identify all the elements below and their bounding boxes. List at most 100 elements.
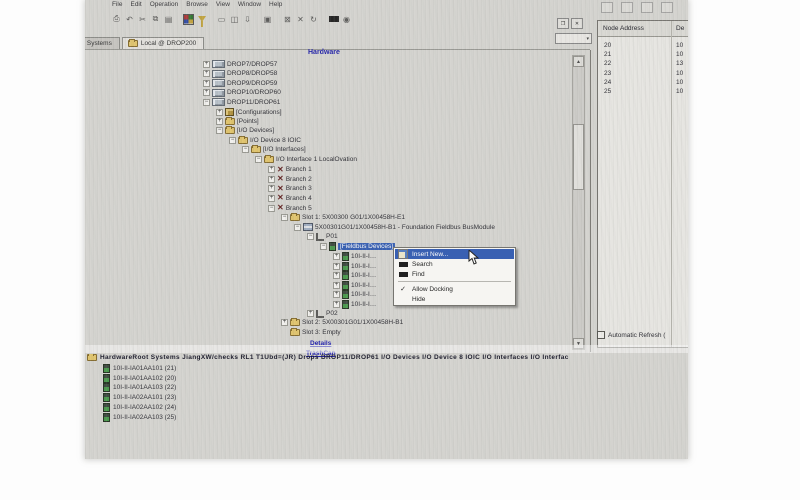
- expand-icon[interactable]: +: [333, 291, 340, 298]
- print-icon[interactable]: ⎙: [111, 14, 122, 25]
- paste-icon[interactable]: ▤: [163, 14, 174, 25]
- expand-icon[interactable]: +: [268, 185, 275, 192]
- expand-icon[interactable]: +: [268, 176, 275, 183]
- device-list-item[interactable]: 10I-II-IA02AA101 (23): [103, 393, 176, 402]
- expand-icon[interactable]: +: [333, 272, 340, 279]
- collapse-icon[interactable]: −: [255, 156, 262, 163]
- copy-icon[interactable]: ⧉: [150, 14, 161, 25]
- tree-item[interactable]: +DROP7/DROP57: [203, 60, 277, 68]
- binoculars-icon[interactable]: [328, 14, 339, 25]
- palette-icon[interactable]: [183, 14, 194, 25]
- tree-item[interactable]: +10I-II-I…: [333, 281, 376, 290]
- filter-funnel-icon[interactable]: [196, 14, 207, 25]
- delete-icon[interactable]: ✕: [295, 14, 306, 25]
- tree-item[interactable]: +✕Branch 1: [268, 166, 312, 174]
- mini-dropdown[interactable]: ▾: [555, 33, 592, 44]
- tree-item[interactable]: −Slot 1: 5X00300 G01/1X00458H-E1: [281, 214, 405, 221]
- context-menu-item-hide[interactable]: Hide: [395, 294, 514, 304]
- tree-item[interactable]: −[I/O Devices]: [216, 127, 274, 134]
- tree-item[interactable]: −✕Branch 5: [268, 204, 312, 212]
- expand-icon[interactable]: +: [216, 109, 223, 116]
- refresh-icon[interactable]: ↻: [308, 14, 319, 25]
- collapse-icon[interactable]: −: [216, 127, 223, 134]
- tree-item[interactable]: −[Fieldbus Devices]: [320, 242, 395, 251]
- tree-item[interactable]: +10I-II-I…: [333, 252, 376, 261]
- toolbar-icon-faded[interactable]: [641, 2, 653, 13]
- tree-item[interactable]: −5X00301G01/1X00458H-B1 - Foundation Fie…: [294, 223, 495, 231]
- undo-icon[interactable]: ↶: [124, 14, 135, 25]
- expand-icon[interactable]: +: [203, 89, 210, 96]
- grab-icon[interactable]: ◉: [341, 14, 352, 25]
- expand-icon[interactable]: +: [203, 70, 210, 77]
- menu-file[interactable]: File: [112, 1, 122, 8]
- tree-item[interactable]: +[Points]: [216, 118, 259, 125]
- node-table-row[interactable]: 2213: [598, 60, 688, 69]
- expand-icon[interactable]: +: [203, 61, 210, 68]
- expand-icon[interactable]: +: [333, 301, 340, 308]
- menu-browse[interactable]: Browse: [186, 1, 208, 8]
- zoom-select-icon[interactable]: ⊠: [282, 14, 293, 25]
- device-list-item[interactable]: 10I-II-IA02AA103 (25): [103, 413, 176, 422]
- save-icon[interactable]: ◫: [229, 14, 240, 25]
- tree-item[interactable]: +✕Branch 2: [268, 175, 312, 183]
- tree-item[interactable]: −[I/O Interfaces]: [242, 146, 306, 153]
- auto-refresh-checkbox[interactable]: [597, 331, 605, 339]
- tree-item[interactable]: −I/O Interface 1 LocalOvation: [255, 156, 357, 163]
- restore-button[interactable]: ❐: [557, 18, 569, 29]
- menu-view[interactable]: View: [216, 1, 230, 8]
- tree-item[interactable]: −DROP11/DROP61: [203, 98, 280, 106]
- expand-icon[interactable]: +: [333, 282, 340, 289]
- tab-systems[interactable]: ation Systems: [85, 37, 120, 49]
- collapse-icon[interactable]: −: [229, 137, 236, 144]
- toolbar-icon-faded[interactable]: [621, 2, 633, 13]
- context-menu-item-insert-new[interactable]: Insert New...: [395, 249, 514, 259]
- tree-item[interactable]: +✕Branch 4: [268, 194, 312, 202]
- node-table-row[interactable]: 2010: [598, 42, 688, 51]
- tree-item[interactable]: +10I-II-I…: [333, 271, 376, 280]
- tree-item[interactable]: +DROP8/DROP58: [203, 70, 277, 78]
- col-node-address[interactable]: Node Address: [603, 25, 644, 32]
- collapse-icon[interactable]: −: [294, 224, 301, 231]
- expand-icon[interactable]: +: [268, 166, 275, 173]
- tree-item[interactable]: +Slot 2: 5X00301G01/1X00458H-B1: [281, 319, 403, 326]
- collapse-icon[interactable]: −: [203, 99, 210, 106]
- tree-item[interactable]: −I/O Device 8 IOIC: [229, 137, 301, 144]
- tree-item[interactable]: +10I-II-I…: [333, 262, 376, 271]
- expand-icon[interactable]: +: [307, 310, 314, 317]
- tree-item[interactable]: +DROP10/DROP60: [203, 89, 281, 97]
- collapse-icon[interactable]: −: [268, 205, 275, 212]
- expand-icon[interactable]: +: [333, 263, 340, 270]
- tree-item[interactable]: +P02: [307, 310, 338, 318]
- tree-item[interactable]: +DROP9/DROP59: [203, 79, 277, 87]
- toolbar-icon-faded[interactable]: [601, 2, 613, 13]
- close-button[interactable]: ✕: [571, 18, 583, 29]
- tree-item[interactable]: +10I-II-I…: [333, 300, 376, 309]
- node-table-row[interactable]: 2510: [598, 88, 688, 97]
- context-menu-item-find[interactable]: Find: [395, 269, 514, 279]
- device-list-item[interactable]: 10I-II-IA01AA103 (22): [103, 383, 176, 392]
- menu-help[interactable]: Help: [269, 1, 282, 8]
- import-icon[interactable]: ⇩: [242, 14, 253, 25]
- device-list-item[interactable]: 10I-II-IA02AA102 (24): [103, 403, 176, 412]
- tree-item[interactable]: +✕Branch 3: [268, 185, 312, 193]
- expand-icon[interactable]: +: [203, 80, 210, 87]
- open-icon[interactable]: ▭: [216, 14, 227, 25]
- expand-icon[interactable]: +: [216, 118, 223, 125]
- cut-icon[interactable]: ✂: [137, 14, 148, 25]
- tab-local-drop200[interactable]: Local @ DROP200: [122, 37, 204, 49]
- menu-operation[interactable]: Operation: [150, 1, 179, 8]
- node-table-row[interactable]: 2110: [598, 51, 688, 60]
- tree-item[interactable]: Slot 3: Empty: [281, 329, 341, 336]
- tree-item[interactable]: −P01: [307, 233, 338, 241]
- col-device[interactable]: De: [676, 25, 684, 32]
- node-table-row[interactable]: 2410: [598, 79, 688, 88]
- tree-scrollbar[interactable]: ▲ ▼: [572, 55, 585, 350]
- collapse-icon[interactable]: −: [320, 243, 327, 250]
- node-table-row[interactable]: 2310: [598, 70, 688, 79]
- tree-item[interactable]: +[Configurations]: [216, 108, 282, 116]
- camera-icon[interactable]: ▣: [262, 14, 273, 25]
- menu-window[interactable]: Window: [238, 1, 261, 8]
- collapse-icon[interactable]: −: [307, 233, 314, 240]
- menu-edit[interactable]: Edit: [130, 1, 141, 8]
- collapse-icon[interactable]: −: [242, 146, 249, 153]
